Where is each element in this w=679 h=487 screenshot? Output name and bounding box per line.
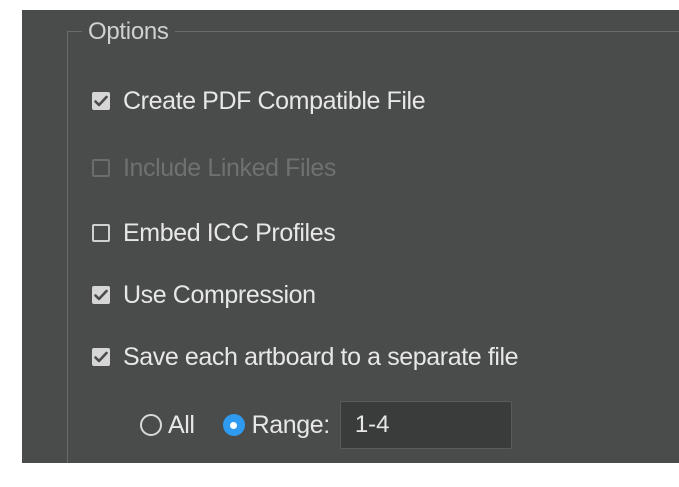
checkbox-empty-icon bbox=[92, 159, 110, 177]
all-radio-label[interactable]: All bbox=[168, 411, 195, 440]
range-input[interactable] bbox=[339, 401, 512, 449]
all-radio-button[interactable] bbox=[140, 414, 162, 436]
artboard-range-radio-group: All Range: bbox=[140, 401, 512, 449]
include-linked-files-label: Include Linked Files bbox=[123, 153, 336, 182]
range-radio-button[interactable] bbox=[222, 414, 245, 436]
use-compression-label: Use Compression bbox=[123, 280, 316, 309]
checkmark-icon[interactable] bbox=[92, 286, 110, 304]
use-compression-checkbox-row[interactable]: Use Compression bbox=[92, 280, 316, 310]
create-pdf-compatible-checkbox-row[interactable]: Create PDF Compatible File bbox=[92, 86, 426, 116]
options-group-title: Options bbox=[82, 18, 175, 46]
create-pdf-compatible-label: Create PDF Compatible File bbox=[123, 86, 426, 115]
save-each-artboard-checkbox-row[interactable]: Save each artboard to a separate file bbox=[92, 342, 519, 372]
save-each-artboard-label: Save each artboard to a separate file bbox=[123, 342, 519, 371]
checkmark-icon[interactable] bbox=[92, 348, 110, 366]
checkbox-empty-icon[interactable] bbox=[92, 224, 110, 242]
embed-icc-profiles-checkbox-row[interactable]: Embed ICC Profiles bbox=[92, 218, 336, 248]
embed-icc-profiles-label: Embed ICC Profiles bbox=[123, 218, 336, 247]
range-radio-label[interactable]: Range: bbox=[252, 411, 331, 440]
include-linked-files-checkbox-row: Include Linked Files bbox=[92, 153, 336, 183]
options-panel: Options Create PDF Compatible File Inclu… bbox=[22, 10, 679, 463]
checkmark-icon[interactable] bbox=[92, 92, 110, 110]
radio-selected-dot-icon bbox=[230, 421, 238, 429]
